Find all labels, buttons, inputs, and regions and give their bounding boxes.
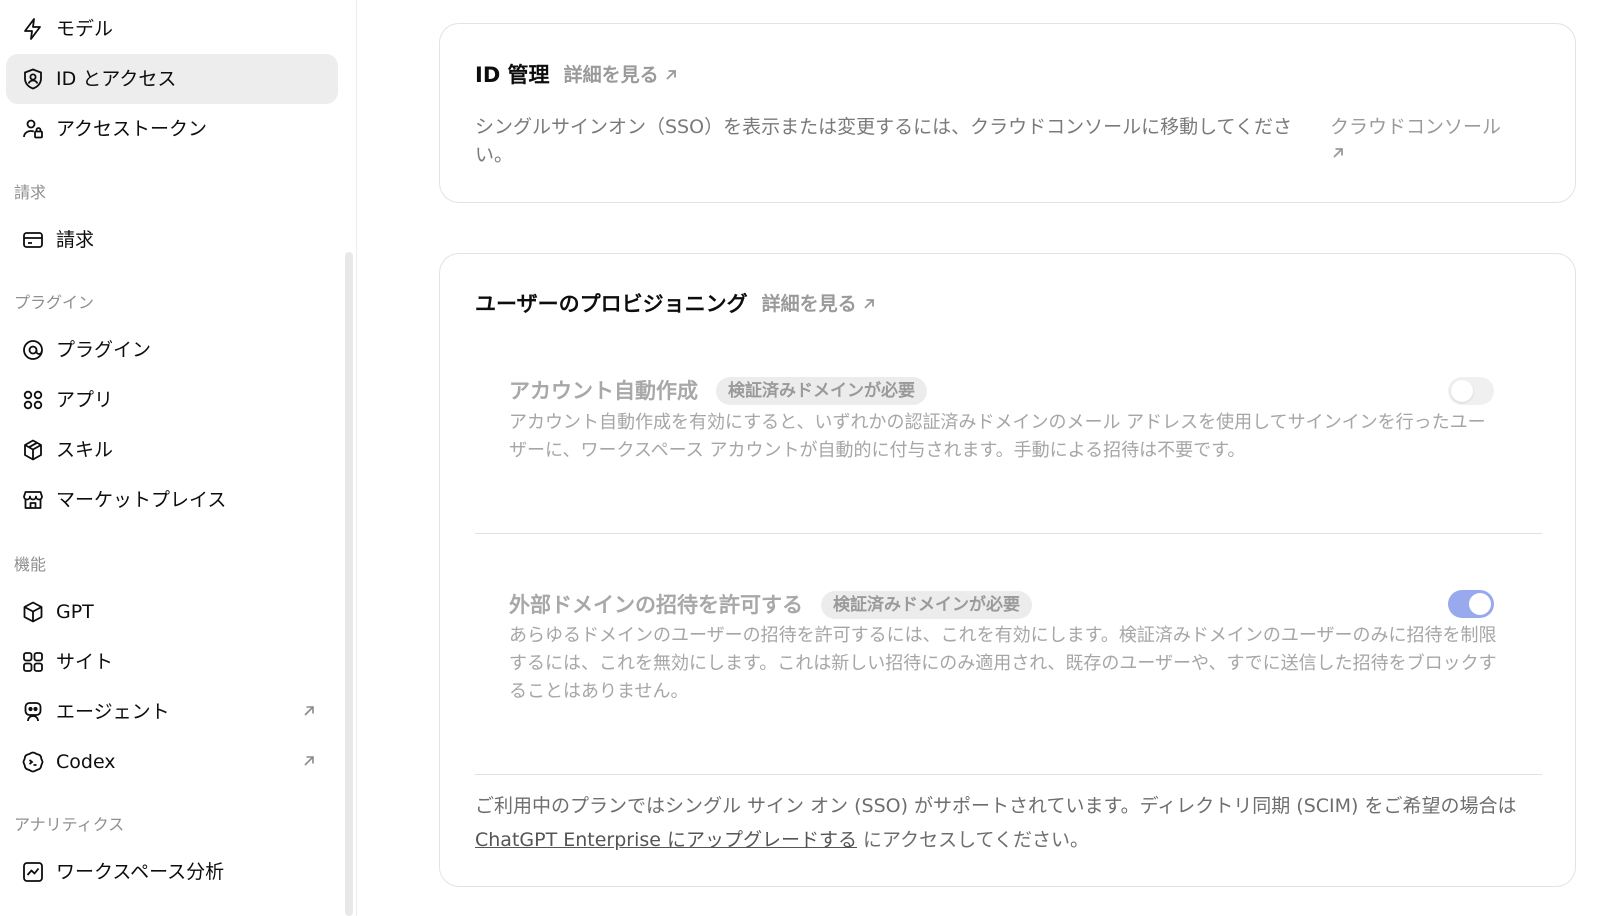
cloud-console-label: クラウドコンソール — [1330, 116, 1502, 138]
external-link-icon — [300, 702, 318, 720]
external-link-icon — [665, 70, 676, 80]
footer-prefix: ご利用中のプランではシングル サイン オン (SSO) がサポートされています。… — [475, 795, 1517, 817]
verified-domain-badge: 検証済みドメインが必要 — [821, 591, 1032, 619]
learn-more-label: 詳細を見る — [563, 64, 659, 86]
card-title-text: ID 管理 — [475, 63, 550, 87]
section-label-billing: 請求 — [14, 183, 47, 202]
card-icon — [21, 228, 45, 252]
sso-description: シングルサインオン（SSO）を表示または変更するには、クラウドコンソールに移動し… — [475, 116, 1292, 166]
section-label-features: 機能 — [14, 555, 47, 574]
bolt-icon — [21, 17, 45, 41]
card-title-text: ユーザーのプロビジョニング — [475, 292, 748, 316]
sidebar-item-label: ID とアクセス — [56, 68, 177, 90]
sidebar-item-label: ワークスペース分析 — [56, 861, 225, 883]
sidebar-item-label: アプリ — [56, 389, 114, 411]
store-icon — [21, 488, 45, 512]
toggle-knob — [1451, 380, 1473, 402]
id-management-card: ID 管理 詳細を見る シングルサインオン（SSO）を表示または変更するには、ク… — [439, 23, 1576, 203]
apps-grid-icon — [21, 388, 45, 412]
section-label-analytics: アナリティクス — [14, 815, 125, 834]
sidebar-item-label: マーケットプレイス — [56, 489, 227, 511]
sidebar-item-label: エージェント — [56, 701, 170, 723]
cloud-console-link[interactable]: クラウドコンソール — [1330, 113, 1520, 161]
sidebar-item-label: スキル — [56, 439, 114, 461]
sidebar-item-gpt[interactable]: GPT — [6, 587, 338, 637]
external-link-icon — [300, 752, 318, 770]
sidebar: モデル ID とアクセス アクセストークン 請求 請求 プラグイン プラグイン … — [0, 0, 357, 916]
sidebar-item-label: モデル — [56, 18, 114, 40]
external-link-icon — [863, 299, 874, 309]
sidebar-item-billing[interactable]: 請求 — [6, 215, 338, 265]
auto-create-toggle[interactable] — [1448, 377, 1494, 405]
sidebar-item-access-tokens[interactable]: アクセストークン — [6, 104, 338, 154]
site-grid-icon — [21, 650, 45, 674]
upgrade-enterprise-link[interactable]: ChatGPT Enterprise にアップグレードする — [475, 829, 857, 851]
sidebar-item-label: GPT — [56, 601, 94, 623]
sidebar-item-codex[interactable]: Codex — [6, 737, 338, 787]
external-invite-toggle[interactable] — [1448, 590, 1494, 618]
external-invite-title: 外部ドメインの招待を許可する 検証済みドメインが必要 — [509, 591, 1032, 619]
external-link-icon — [1333, 148, 1343, 158]
auto-create-description: アカウント自動作成を有効にすると、いずれかの認証済みドメインのメール アドレスを… — [509, 412, 1486, 461]
box-icon — [21, 600, 45, 624]
section-label-plugins: プラグイン — [14, 293, 95, 312]
shield-user-icon — [21, 67, 45, 91]
chart-icon — [21, 860, 45, 884]
section-divider — [475, 533, 1542, 534]
sidebar-item-agents[interactable]: エージェント — [6, 687, 338, 737]
sidebar-item-workspace-analytics[interactable]: ワークスペース分析 — [6, 847, 338, 897]
toggle-knob — [1469, 593, 1491, 615]
id-learn-more-link[interactable]: 詳細を見る — [564, 61, 679, 89]
sidebar-item-models[interactable]: モデル — [6, 4, 338, 54]
id-management-title: ID 管理 詳細を見る — [475, 61, 679, 89]
sidebar-item-label: アクセストークン — [56, 118, 208, 140]
section-divider — [475, 774, 1542, 775]
setting-title-text: アカウント自動作成 — [509, 379, 698, 403]
robot-icon — [21, 700, 45, 724]
codex-icon — [21, 750, 45, 774]
footer-suffix: にアクセスしてください。 — [857, 829, 1089, 851]
sidebar-item-label: サイト — [56, 651, 114, 673]
sidebar-item-sites[interactable]: サイト — [6, 637, 338, 687]
provisioning-learn-more-link[interactable]: 詳細を見る — [762, 290, 877, 318]
sidebar-item-label: プラグイン — [56, 339, 152, 361]
sidebar-item-label: 請求 — [56, 229, 95, 251]
learn-more-label: 詳細を見る — [761, 293, 857, 315]
auto-create-title: アカウント自動作成 検証済みドメインが必要 — [509, 377, 927, 405]
sidebar-scrollbar[interactable] — [345, 252, 353, 916]
sidebar-item-label: Codex — [56, 751, 116, 773]
sidebar-item-plugins[interactable]: プラグイン — [6, 325, 338, 375]
provisioning-title: ユーザーのプロビジョニング 詳細を見る — [475, 290, 877, 318]
sidebar-item-apps[interactable]: アプリ — [6, 375, 338, 425]
cube-stack-icon — [21, 438, 45, 462]
scim-footer-note: ご利用中のプランではシングル サイン オン (SSO) がサポートされています。… — [475, 789, 1545, 857]
sidebar-item-marketplace[interactable]: マーケットプレイス — [6, 475, 338, 525]
user-lock-icon — [21, 117, 45, 141]
external-invite-description: あらゆるドメインのユーザーの招待を許可するには、これを有効にします。検証済みドメ… — [509, 625, 1497, 702]
at-icon — [21, 338, 45, 362]
sidebar-item-identity-access[interactable]: ID とアクセス — [6, 54, 338, 104]
sidebar-item-skills[interactable]: スキル — [6, 425, 338, 475]
setting-title-text: 外部ドメインの招待を許可する — [509, 593, 803, 617]
verified-domain-badge: 検証済みドメインが必要 — [716, 377, 927, 405]
provisioning-card: ユーザーのプロビジョニング 詳細を見る アカウント自動作成 検証済みドメインが必… — [439, 253, 1576, 887]
